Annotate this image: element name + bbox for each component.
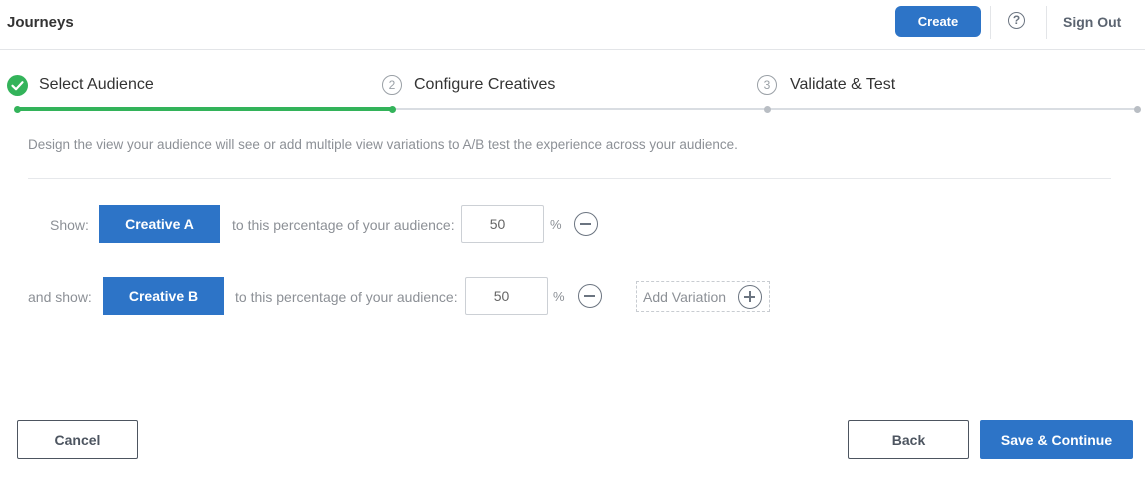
create-button[interactable]: Create <box>895 6 981 37</box>
sign-out-link[interactable]: Sign Out <box>1063 14 1121 30</box>
step-number-icon: 3 <box>757 75 777 95</box>
add-variation-button[interactable]: Add Variation <box>636 281 770 312</box>
progress-fill <box>17 107 392 111</box>
page-description: Design the view your audience will see o… <box>28 137 738 152</box>
plus-circle-icon[interactable] <box>738 285 762 309</box>
variation-prefix: Show: <box>50 217 89 233</box>
percentage-label: to this percentage of your audience: <box>235 289 458 305</box>
divider <box>1046 6 1047 39</box>
step-dot <box>764 106 771 113</box>
step-number-icon: 2 <box>382 75 402 95</box>
variation-prefix: and show: <box>28 289 92 305</box>
step-dot <box>389 106 396 113</box>
percentage-label: to this percentage of your audience: <box>232 217 455 233</box>
percent-sign: % <box>553 289 565 304</box>
divider <box>990 6 991 39</box>
step-dot <box>14 106 21 113</box>
cancel-button[interactable]: Cancel <box>17 420 138 459</box>
add-variation-label: Add Variation <box>643 289 727 305</box>
help-icon[interactable]: ? <box>1008 12 1025 29</box>
percentage-input[interactable] <box>461 205 544 243</box>
percent-sign: % <box>550 217 562 232</box>
step-configure-creatives[interactable]: Configure Creatives <box>414 76 555 94</box>
percentage-input[interactable] <box>465 277 548 315</box>
back-button[interactable]: Back <box>848 420 969 459</box>
step-select-audience[interactable]: Select Audience <box>39 76 154 94</box>
save-continue-button[interactable]: Save & Continue <box>980 420 1133 459</box>
divider <box>28 178 1111 179</box>
creative-a-button[interactable]: Creative A <box>99 205 220 243</box>
top-bar: Journeys Create ? Sign Out <box>0 0 1145 50</box>
app-title: Journeys <box>7 14 74 31</box>
step-validate-test[interactable]: Validate & Test <box>790 76 895 94</box>
check-circle-icon <box>7 75 28 96</box>
remove-variation-icon[interactable] <box>578 284 602 308</box>
remove-variation-icon[interactable] <box>574 212 598 236</box>
step-dot <box>1134 106 1141 113</box>
creative-b-button[interactable]: Creative B <box>103 277 224 315</box>
